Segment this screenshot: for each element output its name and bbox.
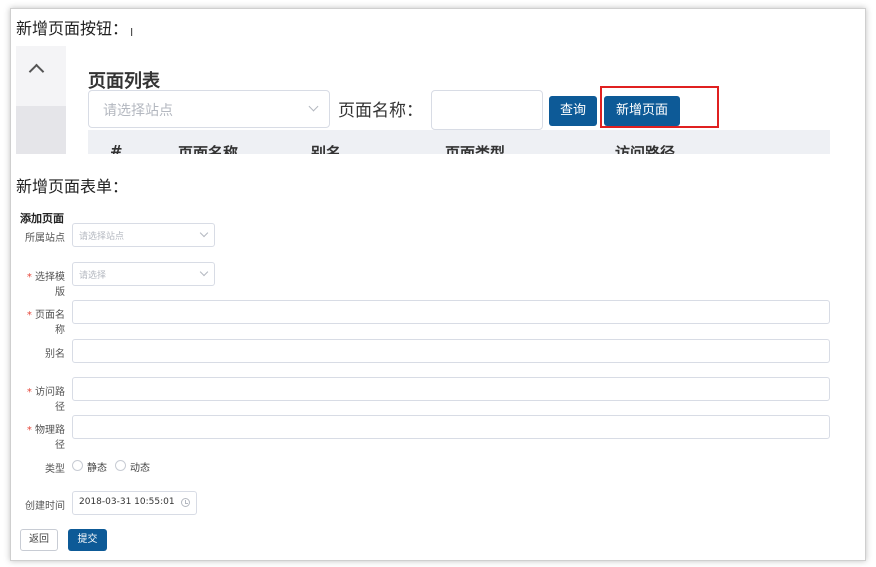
form-title: 添加页面 [20, 212, 64, 225]
sidebar-strip-lower [16, 106, 66, 154]
text-cursor-icon: Ⅰ [130, 26, 134, 39]
site-select-placeholder: 请选择站点 [103, 103, 173, 119]
column-header: 页面类型 [445, 144, 506, 154]
site-field-placeholder: 请选择站点 [79, 232, 125, 242]
chevron-down-icon [199, 267, 209, 277]
add-form-section-heading: 新增页面表单： [16, 177, 129, 196]
column-header: 页面名称 [178, 144, 239, 154]
search-button[interactable]: 查询 [549, 96, 597, 126]
physical-path-label: * 物理路径 [26, 425, 65, 451]
submit-button[interactable]: 提交 [68, 529, 107, 551]
page-name-label: * 页面名称 [26, 310, 65, 336]
add-button-section-heading: 新增页面按钮： [16, 19, 129, 38]
dynamic-radio[interactable] [115, 460, 126, 471]
add-button-highlight-box [600, 86, 719, 128]
access-path-label: * 访问路径 [26, 387, 65, 413]
type-label: 类型 [45, 464, 65, 475]
created-time-label: 创建时间 [25, 501, 65, 512]
alias-label: 别名 [45, 349, 65, 360]
static-radio-label[interactable]: 静态 [87, 459, 107, 474]
sidebar-collapse-strip[interactable] [16, 46, 66, 154]
template-select[interactable]: 请选择 [72, 262, 215, 286]
alias-input[interactable] [72, 339, 830, 363]
created-time-value: 2018-03-31 10:55:01 [79, 497, 175, 507]
template-label: * 选择模版 [26, 272, 65, 298]
page-name-filter-input[interactable] [431, 90, 543, 130]
template-placeholder: 请选择 [79, 271, 107, 281]
site-select[interactable]: 请选择站点 [88, 90, 330, 128]
page-name-input[interactable] [72, 300, 830, 324]
page-name-filter-label: 页面名称： [338, 101, 423, 121]
column-header: 别名 [311, 144, 342, 154]
page-table-header: # 页面名称 别名 页面类型 访问路径 [88, 130, 830, 154]
static-radio[interactable] [72, 460, 83, 471]
column-header: # [110, 142, 123, 154]
clock-icon [181, 498, 190, 507]
dynamic-radio-label[interactable]: 动态 [130, 459, 150, 474]
site-label: 所属站点 [25, 233, 65, 244]
chevron-down-icon [199, 228, 209, 238]
access-path-input[interactable] [72, 377, 830, 401]
physical-path-input[interactable] [72, 415, 830, 439]
site-field-select[interactable]: 请选择站点 [72, 223, 215, 247]
created-time-picker[interactable]: 2018-03-31 10:55:01 [72, 491, 197, 515]
column-header: 访问路径 [615, 144, 676, 154]
back-button[interactable]: 返回 [20, 529, 58, 551]
